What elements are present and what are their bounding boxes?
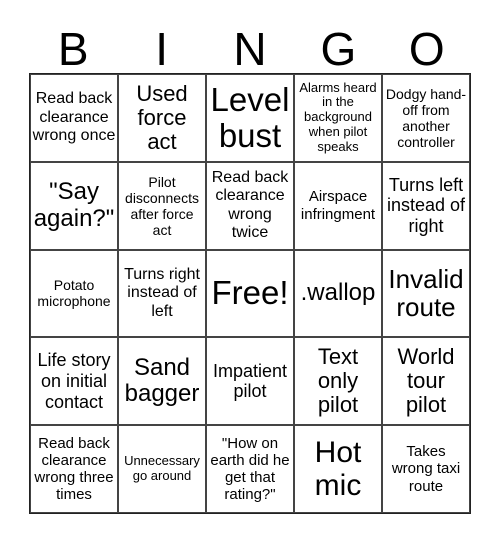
cell-label: Takes wrong taxi route bbox=[391, 443, 461, 495]
bingo-cell[interactable]: Impatient pilot bbox=[206, 337, 294, 426]
bingo-cell[interactable]: Read back clearance wrong twice bbox=[206, 161, 294, 250]
bingo-cell[interactable]: Read back clearance wrong three times bbox=[30, 425, 118, 513]
cell-label: Dodgy hand-off from another controller bbox=[385, 85, 467, 150]
bingo-cell[interactable]: Takes wrong taxi route bbox=[382, 425, 470, 513]
cell-label: "Say again?" bbox=[33, 178, 115, 232]
bingo-cell[interactable]: Invalid route bbox=[382, 249, 470, 338]
header-letter-n: N bbox=[233, 23, 267, 75]
cell-label: Sand bagger bbox=[124, 353, 200, 408]
bingo-cell[interactable]: Read back clearance wrong once bbox=[30, 74, 118, 162]
bingo-cell[interactable]: Hot mic bbox=[294, 425, 382, 513]
bingo-board: Read back clearance wrong once Used forc… bbox=[29, 73, 471, 514]
bingo-cell[interactable]: Potato microphone bbox=[30, 249, 118, 338]
cell-label: World tour pilot bbox=[397, 344, 455, 418]
bingo-cell[interactable]: Unnecessary go around bbox=[118, 425, 206, 513]
cell-label: Hot mic bbox=[314, 436, 362, 503]
bingo-cell[interactable]: Used force act bbox=[118, 74, 206, 162]
bingo-cell[interactable]: Text only pilot bbox=[294, 337, 382, 426]
cell-label: Free! bbox=[211, 274, 289, 312]
cell-label: .wallop bbox=[300, 279, 376, 307]
cell-label: "How on earth did he get that rating?" bbox=[210, 434, 290, 504]
bingo-cell[interactable]: Pilot disconnects after force act bbox=[118, 161, 206, 250]
bingo-cell[interactable]: Airspace infringment bbox=[294, 161, 382, 250]
cell-label: Turns left instead of right bbox=[386, 174, 466, 237]
bingo-cell[interactable]: .wallop bbox=[294, 249, 382, 338]
cell-label: Turns right instead of left bbox=[124, 265, 200, 320]
cell-label: Level bust bbox=[210, 80, 290, 154]
bingo-cell[interactable]: "Say again?" bbox=[30, 161, 118, 250]
bingo-header: B I N G O bbox=[29, 24, 471, 74]
header-letter-b: B bbox=[57, 23, 89, 75]
cell-label: Invalid route bbox=[388, 263, 464, 323]
cell-label: Impatient pilot bbox=[212, 360, 288, 402]
cell-label: Unnecessary go around bbox=[124, 453, 200, 484]
cell-label: Read back clearance wrong once bbox=[32, 90, 116, 145]
bingo-cell[interactable]: Turns right instead of left bbox=[118, 249, 206, 338]
header-letter-i: I bbox=[155, 23, 168, 75]
bingo-cell[interactable]: Turns left instead of right bbox=[382, 161, 470, 250]
cell-label: Text only pilot bbox=[317, 344, 359, 418]
cell-label: Airspace infringment bbox=[300, 188, 376, 223]
cell-label: Read back clearance wrong three times bbox=[34, 434, 114, 504]
bingo-cell[interactable]: Sand bagger bbox=[118, 337, 206, 426]
free-space-cell[interactable]: Free! bbox=[206, 249, 294, 338]
bingo-cell[interactable]: Level bust bbox=[206, 74, 294, 162]
header-letter-g: G bbox=[320, 23, 357, 75]
cell-label: Alarms heard in the background when pilo… bbox=[299, 79, 377, 155]
cell-label: Read back clearance wrong twice bbox=[211, 168, 289, 242]
bingo-cell[interactable]: Alarms heard in the background when pilo… bbox=[294, 74, 382, 162]
cell-label: Pilot disconnects after force act bbox=[125, 173, 199, 238]
cell-label: Life story on initial contact bbox=[37, 350, 111, 412]
header-letter-o: O bbox=[408, 23, 445, 75]
bingo-cell[interactable]: Dodgy hand-off from another controller bbox=[382, 74, 470, 162]
bingo-cell[interactable]: Life story on initial contact bbox=[30, 337, 118, 426]
cell-label: Used force act bbox=[136, 80, 188, 154]
bingo-cell[interactable]: "How on earth did he get that rating?" bbox=[206, 425, 294, 513]
bingo-cell[interactable]: World tour pilot bbox=[382, 337, 470, 426]
cell-label: Potato microphone bbox=[37, 277, 111, 310]
